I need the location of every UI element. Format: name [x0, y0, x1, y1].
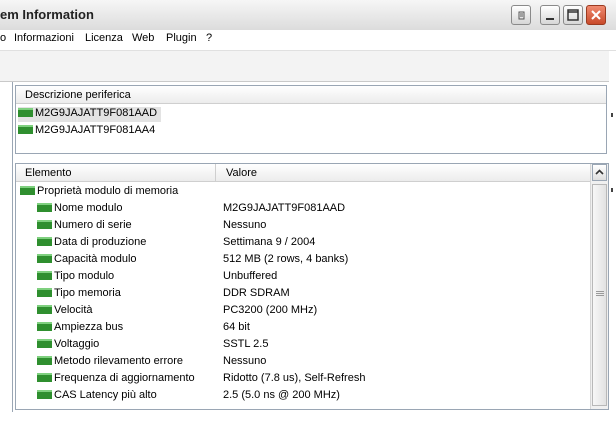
- property-row[interactable]: Metodo rilevamento errore Nessuno: [16, 353, 590, 370]
- property-value: M2G9JAJATT9F081AAD: [223, 202, 346, 214]
- memory-module-icon: [37, 355, 52, 365]
- memory-module-icon: [37, 236, 52, 246]
- property-row[interactable]: Velocità PC3200 (200 MHz): [16, 302, 590, 319]
- scroll-up-button[interactable]: [592, 164, 607, 181]
- property-name: Tipo memoria: [54, 287, 121, 299]
- property-name: Metodo rilevamento errore: [54, 355, 184, 367]
- close-button[interactable]: [586, 5, 606, 25]
- property-value: 512 MB (2 rows, 4 banks): [223, 253, 349, 265]
- property-value: Unbuffered: [223, 270, 278, 282]
- property-name: Voltaggio: [54, 338, 100, 350]
- property-name: Tipo modulo: [54, 270, 115, 282]
- toolbar: [0, 51, 616, 82]
- memory-module-icon: [20, 185, 35, 195]
- scroll-grip: [596, 293, 604, 294]
- memory-module-icon: [18, 124, 33, 134]
- memory-module-icon: [37, 253, 52, 263]
- memory-module-icon: [37, 338, 52, 348]
- property-name: Ampiezza bus: [54, 321, 124, 333]
- vertical-scrollbar[interactable]: [590, 164, 608, 409]
- property-value: Nessuno: [223, 355, 267, 367]
- property-name: Capacità modulo: [54, 253, 137, 265]
- memory-module-icon: [37, 270, 52, 280]
- scroll-thumb[interactable]: [592, 184, 607, 406]
- property-value: PC3200 (200 MHz): [223, 304, 318, 316]
- column-separator[interactable]: [215, 164, 216, 182]
- menu-item-help[interactable]: ?: [206, 32, 212, 44]
- maximize-button[interactable]: [563, 5, 583, 25]
- left-pane-edge: [0, 82, 13, 412]
- property-value: 2.5 (5.0 ns @ 200 MHz): [223, 389, 340, 401]
- property-row[interactable]: Tipo modulo Unbuffered: [16, 268, 590, 285]
- device-column-header[interactable]: Descrizione periferica: [16, 86, 606, 104]
- property-value: Settimana 9 / 2004: [223, 236, 316, 248]
- properties-header: Elemento Valore: [16, 164, 590, 182]
- scroll-grip: [596, 291, 604, 292]
- device-column-header-label: Descrizione periferica: [25, 89, 131, 101]
- device-label: M2G9JAJATT9F081AAD: [35, 107, 158, 119]
- property-row[interactable]: Capacità modulo 512 MB (2 rows, 4 banks): [16, 251, 590, 268]
- property-value: SSTL 2.5: [223, 338, 269, 350]
- property-value: Nessuno: [223, 219, 267, 231]
- menu-item-licenza[interactable]: Licenza: [85, 32, 123, 44]
- device-list-panel: Descrizione periferica M2G9JAJATT9F081AA…: [15, 85, 607, 154]
- memory-module-icon: [37, 287, 52, 297]
- element-column-header[interactable]: Elemento: [25, 167, 71, 179]
- property-name: Nome modulo: [54, 202, 123, 214]
- property-value: DDR SDRAM: [223, 287, 290, 299]
- memory-module-icon: [37, 202, 52, 212]
- memory-module-icon: [37, 372, 52, 382]
- right-window-edge: [609, 51, 616, 432]
- memory-module-icon: [37, 321, 52, 331]
- chevron-up-icon: [595, 169, 604, 175]
- edge-mark: [611, 113, 613, 117]
- property-name: Numero di serie: [54, 219, 132, 231]
- property-group-row[interactable]: Proprietà modulo di memoria: [16, 183, 590, 200]
- property-value: 64 bit: [223, 321, 250, 333]
- property-row[interactable]: Nome modulo M2G9JAJATT9F081AAD: [16, 200, 590, 217]
- property-row[interactable]: Tipo memoria DDR SDRAM: [16, 285, 590, 302]
- value-column-header[interactable]: Valore: [226, 167, 257, 179]
- menu-item-informazioni[interactable]: Informazioni: [14, 32, 74, 44]
- properties-panel: Elemento Valore Proprietà modulo di memo…: [15, 163, 609, 410]
- menu-bar: o Informazioni Licenza Web Plugin ?: [0, 30, 616, 51]
- property-row[interactable]: Frequenza di aggiornamento Ridotto (7.8 …: [16, 370, 590, 387]
- menu-icon[interactable]: [511, 5, 531, 25]
- memory-module-icon: [18, 107, 33, 117]
- property-group-label: Proprietà modulo di memoria: [37, 185, 179, 197]
- menu-item-plugin[interactable]: Plugin: [166, 32, 197, 44]
- property-name: Frequenza di aggiornamento: [54, 372, 195, 384]
- property-name: CAS Latency più alto: [54, 389, 157, 401]
- property-name: Velocità: [54, 304, 93, 316]
- device-list-item[interactable]: M2G9JAJATT9F081AAD: [18, 107, 162, 122]
- menu-item-web[interactable]: Web: [132, 32, 154, 44]
- memory-module-icon: [37, 304, 52, 314]
- memory-module-icon: [37, 389, 52, 399]
- edge-mark: [611, 188, 613, 192]
- device-label: M2G9JAJATT9F081AA4: [35, 124, 156, 136]
- property-row[interactable]: CAS Latency più alto 2.5 (5.0 ns @ 200 M…: [16, 387, 590, 404]
- window-title: em Information: [0, 7, 94, 22]
- property-row[interactable]: Ampiezza bus 64 bit: [16, 319, 590, 336]
- scroll-grip: [596, 295, 604, 296]
- minimize-button[interactable]: [540, 5, 560, 25]
- menu-item-partial[interactable]: o: [0, 32, 6, 44]
- device-list-item[interactable]: M2G9JAJATT9F081AA4: [18, 124, 159, 139]
- property-name: Data di produzione: [54, 236, 147, 248]
- property-row[interactable]: Numero di serie Nessuno: [16, 217, 590, 234]
- property-row[interactable]: Voltaggio SSTL 2.5: [16, 336, 590, 353]
- property-value: Ridotto (7.8 us), Self-Refresh: [223, 372, 366, 384]
- memory-module-icon: [37, 219, 52, 229]
- property-row[interactable]: Data di produzione Settimana 9 / 2004: [16, 234, 590, 251]
- title-bar: em Information: [0, 0, 616, 31]
